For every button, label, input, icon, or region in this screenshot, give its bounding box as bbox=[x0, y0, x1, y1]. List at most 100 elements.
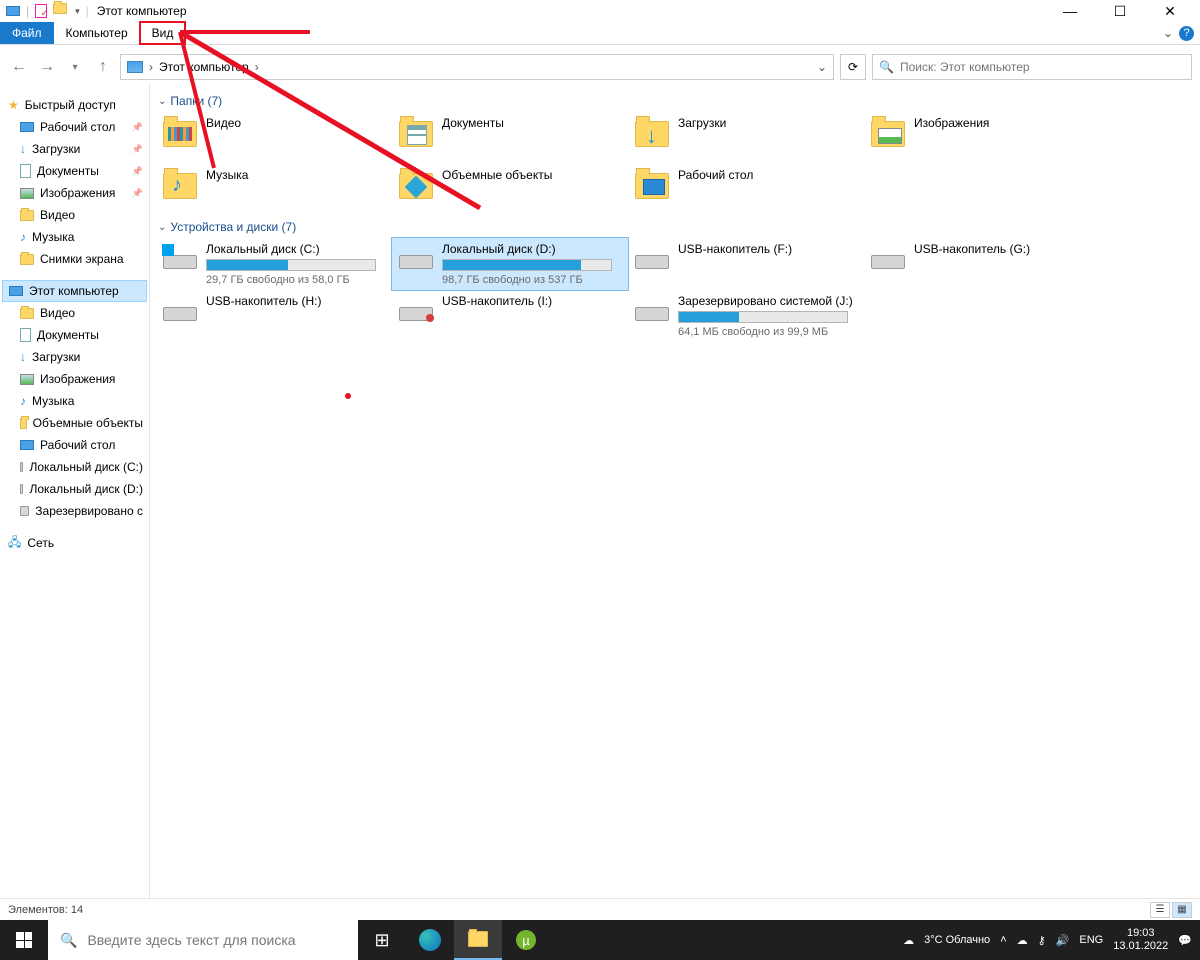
folder-music[interactable]: Музыка bbox=[156, 164, 392, 216]
star-icon: ★ bbox=[8, 98, 19, 112]
sidebar-quick-access[interactable]: ★ Быстрый доступ bbox=[2, 94, 147, 116]
statusbar: Элементов: 14 ☰ ▦ bbox=[0, 898, 1200, 920]
drive-name: USB-накопитель (H:) bbox=[206, 294, 386, 308]
window-title: Этот компьютер bbox=[97, 4, 187, 18]
breadcrumb-chevron-icon[interactable]: › bbox=[255, 60, 259, 74]
onedrive-icon[interactable]: ☁ bbox=[1017, 934, 1028, 947]
network-icon: 🖧 bbox=[8, 533, 21, 554]
folder-icon bbox=[163, 121, 197, 147]
weather-icon[interactable]: ☁ bbox=[903, 934, 914, 947]
drive-f[interactable]: USB-накопитель (F:) bbox=[628, 238, 864, 290]
pc-icon bbox=[9, 286, 23, 296]
sidebar-item-videos[interactable]: Видео bbox=[2, 204, 147, 226]
windows-logo-icon bbox=[16, 932, 32, 948]
breadcrumb-dropdown-icon[interactable]: ⌄ bbox=[817, 60, 827, 74]
drive-name: USB-накопитель (G:) bbox=[914, 242, 1094, 256]
edge-icon bbox=[419, 929, 441, 951]
search-input[interactable] bbox=[900, 60, 1185, 74]
tab-view[interactable]: Вид bbox=[140, 22, 186, 44]
sidebar-item-desktop[interactable]: Рабочий стол bbox=[2, 116, 147, 138]
qat-properties-icon[interactable]: ✓ bbox=[35, 4, 47, 18]
taskbar-explorer[interactable] bbox=[454, 920, 502, 960]
start-button[interactable] bbox=[0, 920, 48, 960]
sidebar-item-downloads[interactable]: ↓Загрузки bbox=[2, 138, 147, 160]
folder-videos[interactable]: Видео bbox=[156, 112, 392, 164]
tab-file[interactable]: Файл bbox=[0, 22, 54, 44]
taskbar-utorrent[interactable]: µ bbox=[502, 920, 550, 960]
maximize-button[interactable]: ☐ bbox=[1106, 2, 1134, 20]
sidebar-pc-music[interactable]: ♪Музыка bbox=[2, 390, 147, 412]
sidebar-item-label: Загрузки bbox=[32, 350, 80, 364]
help-icon[interactable]: ? bbox=[1179, 26, 1194, 41]
minimize-button[interactable]: — bbox=[1056, 2, 1084, 20]
wifi-icon[interactable]: ⚷ bbox=[1038, 934, 1046, 947]
nav-forward-icon[interactable]: → bbox=[36, 58, 58, 76]
qat-dropdown-icon[interactable]: ▾ bbox=[75, 6, 80, 17]
sidebar-pc-desktop[interactable]: Рабочий стол bbox=[2, 434, 147, 456]
tray-overflow-icon[interactable]: ˄ bbox=[1000, 934, 1006, 946]
taskbar-search[interactable]: 🔍 Введите здесь текст для поиска bbox=[48, 920, 358, 960]
drive-h[interactable]: USB-накопитель (H:) bbox=[156, 290, 392, 342]
sidebar-pc-videos[interactable]: Видео bbox=[2, 302, 147, 324]
weather-text[interactable]: 3°C Облачно bbox=[924, 934, 990, 946]
nav-recent-icon[interactable]: ▾ bbox=[64, 62, 86, 73]
taskbar-search-placeholder: Введите здесь текст для поиска bbox=[87, 932, 295, 948]
sidebar-item-label: Рабочий стол bbox=[40, 438, 115, 452]
sidebar-pc-downloads[interactable]: ↓Загрузки bbox=[2, 346, 147, 368]
sidebar-network[interactable]: 🖧 Сеть bbox=[2, 532, 147, 554]
sidebar-item-label: Видео bbox=[40, 208, 75, 222]
folders-group-header[interactable]: ⌄ Папки (7) bbox=[156, 90, 1200, 112]
sidebar-pc-3dobjects[interactable]: Объемные объекты bbox=[2, 412, 147, 434]
sidebar-item-label: Снимки экрана bbox=[40, 252, 124, 266]
qat-newfolder-icon[interactable] bbox=[53, 3, 69, 19]
nav-back-icon[interactable]: ← bbox=[8, 58, 30, 76]
breadcrumb[interactable]: › Этот компьютер › ⌄ bbox=[120, 54, 834, 80]
drives-group-header[interactable]: ⌄ Устройства и диски (7) bbox=[156, 216, 1200, 238]
close-button[interactable]: ✕ bbox=[1156, 2, 1184, 20]
drive-name: USB-накопитель (F:) bbox=[678, 242, 858, 256]
drive-d[interactable]: Локальный диск (D:) 98,7 ГБ свободно из … bbox=[392, 238, 628, 290]
breadcrumb-chevron-icon[interactable]: › bbox=[149, 60, 153, 74]
nav-up-icon[interactable]: ↑ bbox=[92, 58, 114, 76]
folder-desktop[interactable]: Рабочий стол bbox=[628, 164, 864, 216]
volume-icon[interactable]: 🔊 bbox=[1056, 934, 1070, 947]
language-indicator[interactable]: ENG bbox=[1079, 934, 1103, 946]
drives-header-label: Устройства и диски (7) bbox=[170, 220, 296, 234]
sidebar-item-music[interactable]: ♪Музыка bbox=[2, 226, 147, 248]
refresh-button[interactable]: ⟳ bbox=[840, 54, 866, 80]
sidebar-pc-pictures[interactable]: Изображения bbox=[2, 368, 147, 390]
sidebar-item-label: Локальный диск (C:) bbox=[29, 460, 143, 474]
folder-pictures[interactable]: Изображения bbox=[864, 112, 1100, 164]
taskview-button[interactable]: ⊞ bbox=[358, 920, 406, 960]
ribbon-collapse-icon[interactable]: ⌄ bbox=[1163, 26, 1173, 40]
breadcrumb-label[interactable]: Этот компьютер bbox=[159, 60, 249, 74]
tab-computer[interactable]: Компьютер bbox=[54, 22, 140, 44]
sidebar-item-screenshots[interactable]: Снимки экрана bbox=[2, 248, 147, 270]
sidebar-pc-drive-d[interactable]: Локальный диск (D:) bbox=[2, 478, 147, 500]
folder-icon bbox=[20, 210, 34, 221]
folder-label: Видео bbox=[206, 116, 241, 130]
sidebar-pc-reserved[interactable]: Зарезервировано с bbox=[2, 500, 147, 522]
sidebar-this-pc[interactable]: Этот компьютер bbox=[2, 280, 147, 302]
sidebar-pc-documents[interactable]: Документы bbox=[2, 324, 147, 346]
search-box[interactable]: 🔍 bbox=[872, 54, 1192, 80]
sidebar-item-pictures[interactable]: Изображения bbox=[2, 182, 147, 204]
sidebar-pc-drive-c[interactable]: Локальный диск (C:) bbox=[2, 456, 147, 478]
view-tiles-button[interactable]: ▦ bbox=[1172, 902, 1192, 918]
sidebar-item-documents[interactable]: Документы bbox=[2, 160, 147, 182]
drive-i[interactable]: USB-накопитель (I:) bbox=[392, 290, 628, 342]
drive-g[interactable]: USB-накопитель (G:) bbox=[864, 238, 1100, 290]
folder-documents[interactable]: Документы bbox=[392, 112, 628, 164]
drive-c[interactable]: Локальный диск (C:) 29,7 ГБ свободно из … bbox=[156, 238, 392, 290]
view-details-button[interactable]: ☰ bbox=[1150, 902, 1170, 918]
notifications-icon[interactable]: 💬 bbox=[1178, 934, 1192, 947]
drive-j[interactable]: Зарезервировано системой (J:) 64,1 МБ св… bbox=[628, 290, 864, 342]
taskbar-edge[interactable] bbox=[406, 920, 454, 960]
folder-3dobjects[interactable]: Объемные объекты bbox=[392, 164, 628, 216]
app-icon bbox=[6, 6, 20, 16]
tray-clock[interactable]: 19:03 13.01.2022 bbox=[1113, 927, 1168, 953]
sidebar-network-label: Сеть bbox=[27, 536, 54, 550]
desktop-icon bbox=[20, 122, 34, 132]
folder-downloads[interactable]: Загрузки bbox=[628, 112, 864, 164]
folder-icon bbox=[635, 121, 669, 147]
